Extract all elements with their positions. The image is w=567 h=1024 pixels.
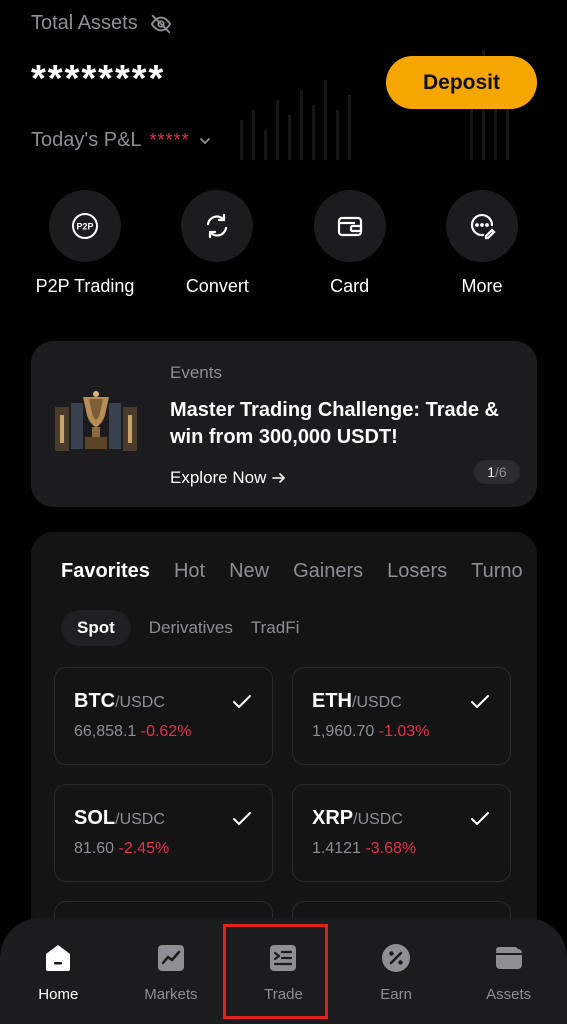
- market-sub-tabs: Spot Derivatives TradFi: [61, 610, 299, 646]
- card-icon: [337, 216, 362, 237]
- tab-favorites[interactable]: Favorites: [61, 560, 150, 583]
- pair-quote: /USDC: [115, 811, 165, 828]
- action-card[interactable]: Card: [285, 190, 415, 297]
- quick-actions: P2P P2P Trading Convert Card More: [20, 190, 547, 297]
- events-title: Master Trading Challenge: Trade & win fr…: [170, 399, 499, 448]
- action-p2p-trading[interactable]: P2P P2P Trading: [20, 190, 150, 297]
- action-label: Card: [330, 276, 370, 296]
- action-convert[interactable]: Convert: [152, 190, 282, 297]
- pair-card-xrp[interactable]: XRP/USDC 1.4121 -3.68%: [292, 784, 511, 882]
- check-icon[interactable]: [232, 811, 252, 827]
- markets-icon: [157, 945, 184, 971]
- nav-markets[interactable]: Markets: [117, 918, 225, 1024]
- pair-quote-row: 66,858.1 -0.62%: [74, 723, 191, 741]
- pair-quote: /USDC: [352, 694, 402, 711]
- pair-card-btc[interactable]: BTC/USDC 66,858.1 -0.62%: [54, 667, 273, 765]
- p2p-icon: P2P: [72, 213, 98, 239]
- pair-base: SOL: [74, 807, 116, 829]
- earn-icon: [382, 944, 411, 972]
- todays-pnl-row[interactable]: Today's P&L *****: [31, 129, 212, 152]
- check-icon[interactable]: [232, 694, 252, 710]
- pair-base: XRP: [312, 807, 354, 829]
- action-label: Convert: [185, 276, 249, 296]
- nav-home[interactable]: Home: [4, 918, 112, 1024]
- nav-earn[interactable]: Earn: [342, 918, 450, 1024]
- explore-now-link[interactable]: Explore Now: [170, 468, 286, 488]
- pair-quote-row: 81.60 -2.45%: [74, 840, 169, 858]
- events-banner[interactable]: Events Master Trading Challenge: Trade &…: [31, 341, 537, 507]
- pair-quote-row: 1.4121 -3.68%: [312, 840, 416, 858]
- subtab-tradfi[interactable]: TradFi: [251, 618, 300, 638]
- chevron-down-icon: [199, 137, 210, 144]
- wallet-icon: [495, 947, 522, 969]
- tab-losers[interactable]: Losers: [387, 560, 447, 583]
- arrow-right-icon: [272, 473, 286, 483]
- subtab-derivatives[interactable]: Derivatives: [149, 618, 233, 638]
- trade-icon: [270, 945, 297, 971]
- trophy-banner-image: [55, 391, 137, 451]
- nav-label: Assets: [486, 986, 532, 1003]
- pair-base: BTC: [74, 690, 116, 712]
- pair-quote: /USDC: [353, 811, 403, 828]
- total-balance-value: ********: [31, 58, 166, 100]
- pair-quote: /USDC: [115, 694, 165, 711]
- pair-symbol: XRP/USDC: [312, 807, 403, 830]
- nav-label: Trade: [264, 986, 303, 1003]
- market-tabs: Favorites Hot New Gainers Losers Turno: [61, 560, 523, 583]
- explore-now-label: Explore Now: [170, 468, 267, 487]
- pair-symbol: BTC/USDC: [74, 690, 165, 713]
- action-label: More: [461, 276, 503, 296]
- tab-turnover[interactable]: Turno: [471, 560, 523, 583]
- pnl-label: Today's P&L: [31, 129, 142, 151]
- nav-assets[interactable]: Assets: [455, 918, 563, 1024]
- pair-price: 1,960.70: [312, 723, 375, 740]
- tab-hot[interactable]: Hot: [174, 560, 205, 583]
- pair-base: ETH: [312, 690, 352, 712]
- more-icon: [470, 213, 496, 240]
- tab-new[interactable]: New: [229, 560, 269, 583]
- eye-off-icon[interactable]: [150, 13, 172, 35]
- subtab-spot[interactable]: Spot: [61, 610, 131, 646]
- pair-symbol: ETH/USDC: [312, 690, 402, 713]
- pager-total: /6: [495, 464, 507, 480]
- pair-card-sol[interactable]: SOL/USDC 81.60 -2.45%: [54, 784, 273, 882]
- bottom-nav: Home Markets Trade Earn Assets: [0, 918, 567, 1024]
- home-icon: [46, 945, 71, 971]
- action-more[interactable]: More: [417, 190, 547, 297]
- convert-icon: [207, 213, 228, 239]
- total-assets-label: Total Assets: [31, 12, 138, 34]
- banner-pager: 1/6: [474, 460, 520, 484]
- action-circle[interactable]: P2P: [49, 190, 121, 262]
- nav-label: Earn: [380, 986, 412, 1003]
- home-screen: Total Assets ******** Deposit Today's P&…: [0, 0, 567, 1024]
- action-circle[interactable]: [181, 190, 254, 262]
- svg-text:P2P: P2P: [76, 222, 93, 232]
- pair-price: 1.4121: [312, 840, 361, 857]
- action-label: P2P Trading: [35, 276, 135, 296]
- pair-change: -0.62%: [140, 723, 192, 740]
- nav-label: Markets: [144, 986, 198, 1003]
- pair-card-eth[interactable]: ETH/USDC 1,960.70 -1.03%: [292, 667, 511, 765]
- nav-trade[interactable]: Trade: [229, 918, 337, 1024]
- check-icon[interactable]: [470, 694, 490, 710]
- events-tag: Events: [170, 363, 222, 382]
- pair-price: 81.60: [74, 840, 115, 857]
- deposit-button[interactable]: Deposit: [386, 56, 537, 109]
- pager-current: 1: [487, 464, 496, 480]
- check-icon[interactable]: [470, 811, 490, 827]
- pair-price: 66,858.1: [74, 723, 137, 740]
- nav-label: Home: [38, 986, 79, 1003]
- pair-change: -3.68%: [365, 840, 417, 857]
- pnl-value: *****: [149, 130, 190, 150]
- total-assets-row: Total Assets: [31, 12, 172, 35]
- tab-gainers[interactable]: Gainers: [293, 560, 363, 583]
- action-circle[interactable]: [313, 190, 386, 262]
- pair-change: -1.03%: [378, 723, 430, 740]
- pair-symbol: SOL/USDC: [74, 807, 165, 830]
- pair-quote-row: 1,960.70 -1.03%: [312, 723, 429, 741]
- pair-change: -2.45%: [118, 840, 170, 857]
- action-circle[interactable]: [445, 190, 518, 262]
